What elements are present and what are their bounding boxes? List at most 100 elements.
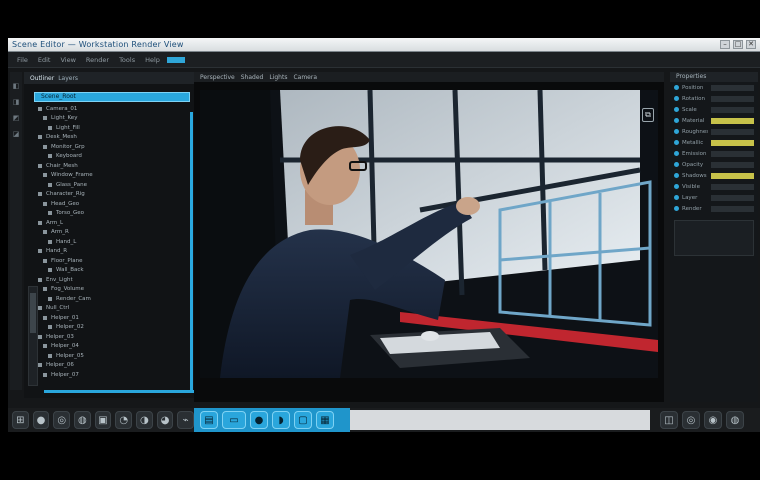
tool-button-3[interactable]: ◎ (53, 411, 71, 429)
tree-item[interactable]: Render_Cam (38, 294, 194, 304)
viewport-mode-lights[interactable]: Lights (269, 74, 287, 81)
tree-item[interactable]: Light_Fill (38, 123, 194, 133)
outliner-scrollbar[interactable] (28, 286, 38, 386)
tool-button-1[interactable]: ⊞ (12, 411, 29, 429)
tree-expand-icon[interactable] (43, 315, 47, 320)
tree-expand-icon[interactable] (43, 201, 47, 206)
tree-expand-icon[interactable] (43, 287, 47, 292)
tree-expand-icon[interactable] (38, 363, 42, 368)
tree-expand-icon[interactable] (38, 277, 42, 282)
tree-item[interactable]: Desk_Mesh (38, 133, 194, 143)
menu-view[interactable]: View (57, 56, 78, 64)
property-toggle-icon[interactable] (674, 184, 679, 189)
rail-icon-4[interactable]: ◪ (13, 130, 20, 138)
property-value-field[interactable] (711, 139, 754, 146)
property-value-field[interactable] (711, 194, 754, 201)
tree-expand-icon[interactable] (38, 106, 42, 111)
property-value-field[interactable] (711, 117, 754, 124)
tree-expand-icon[interactable] (43, 173, 47, 178)
tree-expand-icon[interactable] (48, 325, 52, 330)
tree-item[interactable]: Arm_R (38, 228, 194, 238)
tab-outliner[interactable]: Outliner (30, 75, 54, 82)
tree-item[interactable]: Torso_Geo (38, 209, 194, 219)
tree-expand-icon[interactable] (38, 135, 42, 140)
mode-button-1[interactable]: ▤ (200, 411, 218, 429)
tree-item[interactable]: Wall_Back (38, 266, 194, 276)
tree-item[interactable]: Helper_04 (38, 342, 194, 352)
view-button-2[interactable]: ◎ (682, 411, 700, 429)
property-value-field[interactable] (711, 172, 754, 179)
tree-expand-icon[interactable] (48, 182, 52, 187)
mode-button-6[interactable]: ▦ (316, 411, 334, 429)
property-toggle-icon[interactable] (674, 96, 679, 101)
tool-button-2[interactable]: ● (32, 411, 50, 429)
tree-expand-icon[interactable] (43, 230, 47, 235)
rail-icon-1[interactable]: ◧ (13, 82, 20, 90)
tool-button-4[interactable]: ◍ (74, 411, 91, 429)
property-value-field[interactable] (711, 205, 754, 212)
rail-icon-3[interactable]: ◩ (13, 114, 20, 122)
tree-expand-icon[interactable] (48, 353, 52, 358)
menu-render[interactable]: Render (83, 56, 112, 64)
tree-expand-icon[interactable] (38, 306, 42, 311)
tree-expand-icon[interactable] (38, 163, 42, 168)
tool-button-9[interactable]: ⌁ (177, 411, 195, 429)
tree-expand-icon[interactable] (48, 211, 52, 216)
property-toggle-icon[interactable] (674, 129, 679, 134)
menu-file[interactable]: File (14, 56, 31, 64)
maximize-button[interactable]: □ (733, 40, 743, 49)
mode-button-4[interactable]: ◗ (272, 411, 290, 429)
tree-expand-icon[interactable] (43, 372, 47, 377)
property-value-field[interactable] (711, 84, 754, 91)
mode-button-5[interactable]: ▢ (294, 411, 312, 429)
tree-expand-icon[interactable] (48, 125, 52, 130)
tree-item[interactable]: Camera_01 (38, 104, 194, 114)
tool-button-8[interactable]: ◕ (156, 411, 174, 429)
tree-item[interactable]: Helper_03 (38, 332, 194, 342)
tree-expand-icon[interactable] (38, 220, 42, 225)
tree-item[interactable]: Hand_R (38, 247, 194, 257)
close-button[interactable]: ✕ (746, 40, 756, 49)
expand-icon[interactable]: ⧉ (642, 108, 654, 122)
property-toggle-icon[interactable] (674, 151, 679, 156)
menu-help[interactable]: Help (142, 56, 163, 64)
viewport-mode-perspective[interactable]: Perspective (200, 74, 235, 81)
view-button-1[interactable]: ◫ (660, 411, 678, 429)
tree-item[interactable]: Floor_Plane (38, 256, 194, 266)
mode-button-2[interactable]: ▭ (222, 411, 246, 429)
property-toggle-icon[interactable] (674, 85, 679, 90)
tree-item[interactable]: Helper_06 (38, 361, 194, 371)
tree-expand-icon[interactable] (48, 296, 52, 301)
tool-button-7[interactable]: ◑ (136, 411, 153, 429)
viewport-mode-shaded[interactable]: Shaded (241, 74, 264, 81)
tree-item[interactable]: Helper_05 (38, 351, 194, 361)
tree-expand-icon[interactable] (43, 144, 47, 149)
tool-button-6[interactable]: ◔ (115, 411, 133, 429)
tree-expand-icon[interactable] (38, 334, 42, 339)
property-toggle-icon[interactable] (674, 118, 679, 123)
tree-item[interactable]: Fog_Volume (38, 285, 194, 295)
property-toggle-icon[interactable] (674, 173, 679, 178)
scrollbar-thumb[interactable] (30, 293, 36, 333)
tree-item[interactable]: Head_Geo (38, 199, 194, 209)
mode-button-3[interactable]: ● (250, 411, 268, 429)
property-value-field[interactable] (711, 106, 754, 113)
property-toggle-icon[interactable] (674, 140, 679, 145)
tree-item[interactable]: Hand_L (38, 237, 194, 247)
tree-expand-icon[interactable] (38, 192, 42, 197)
property-value-field[interactable] (711, 183, 754, 190)
property-value-field[interactable] (711, 128, 754, 135)
tool-button-5[interactable]: ▣ (94, 411, 112, 429)
menu-edit[interactable]: Edit (35, 56, 54, 64)
property-toggle-icon[interactable] (674, 206, 679, 211)
rail-icon-2[interactable]: ◨ (13, 98, 20, 106)
property-value-field[interactable] (711, 161, 754, 168)
tree-expand-icon[interactable] (38, 249, 42, 254)
tree-item[interactable]: Null_Ctrl (38, 304, 194, 314)
view-button-3[interactable]: ◉ (704, 411, 722, 429)
tree-item[interactable]: Window_Frame (38, 171, 194, 181)
tree-expand-icon[interactable] (43, 258, 47, 263)
menu-tools[interactable]: Tools (116, 56, 138, 64)
tree-item[interactable]: Arm_L (38, 218, 194, 228)
tree-expand-icon[interactable] (43, 344, 47, 349)
